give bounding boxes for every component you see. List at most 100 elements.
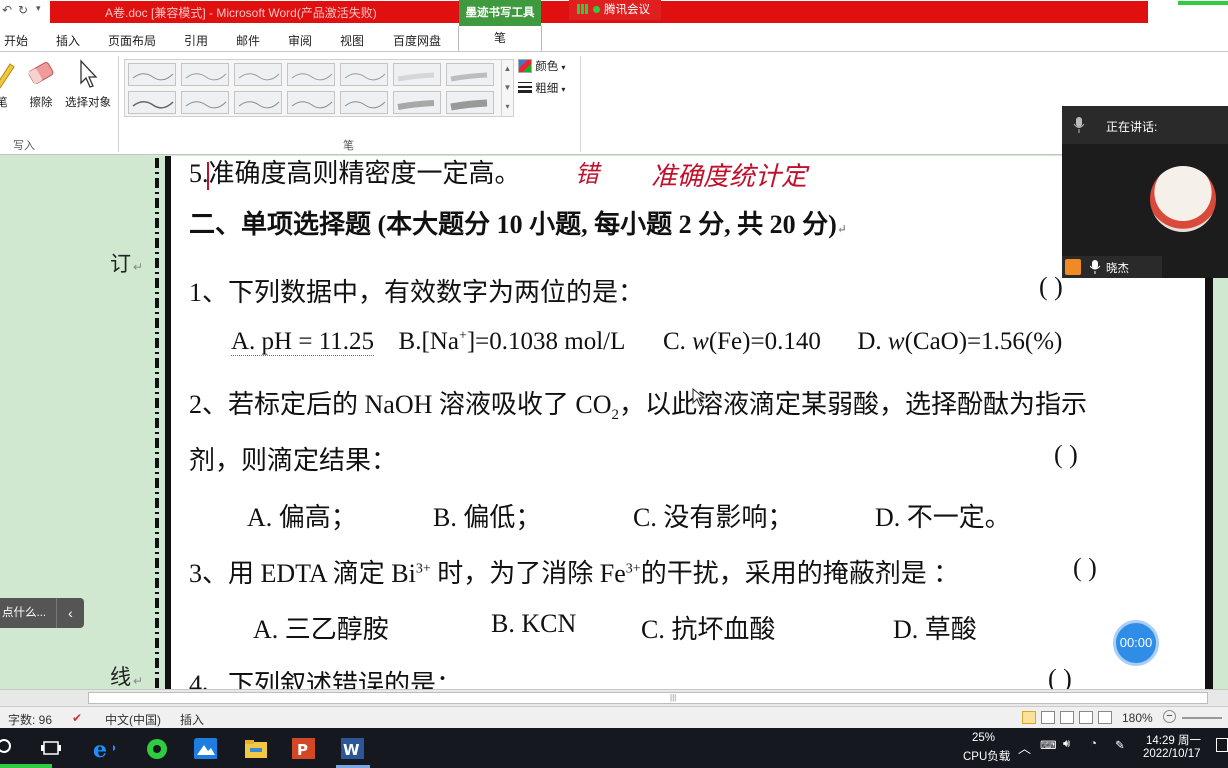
pen-style-swatch[interactable] <box>287 63 335 86</box>
ribbon-tabs: 开始 插入 页面布局 引用 邮件 审阅 视图 百度网盘 笔 <box>0 26 1228 51</box>
search-icon[interactable] <box>0 737 24 759</box>
print-layout-view-icon[interactable] <box>1022 711 1036 724</box>
tell-me-box[interactable]: 点什么... ‹ <box>0 598 84 628</box>
section-heading-text: 二、单项选择题 (本大题分 10 小题, 每小题 2 分, 共 20 分) <box>189 210 837 239</box>
tab-references[interactable]: 引用 <box>184 32 208 49</box>
tab-view[interactable]: 视图 <box>340 32 364 49</box>
chevron-down-icon: ▾ <box>561 63 566 72</box>
word-icon[interactable]: W <box>340 737 364 759</box>
pen-style-swatch[interactable] <box>340 91 388 114</box>
status-bar: 字数: 96 ✔ 中文(中国) 插入 180% − <box>0 706 1228 728</box>
svg-text:W: W <box>343 741 360 759</box>
q1-option-d-post: (CaO)=1.56(%) <box>904 328 1063 355</box>
clock-date[interactable]: 2022/10/17 <box>1143 748 1201 760</box>
tab-review[interactable]: 审阅 <box>288 32 312 49</box>
insert-mode-indicator[interactable]: 插入 <box>180 711 204 728</box>
tab-pen[interactable]: 笔 <box>458 26 542 51</box>
highlighter-swatch[interactable] <box>446 63 494 86</box>
pen-style-swatch[interactable] <box>128 91 176 114</box>
file-explorer-icon[interactable] <box>243 737 267 759</box>
pen-style-swatch[interactable] <box>234 63 282 86</box>
horizontal-scrollbar[interactable]: ||| <box>0 689 1228 706</box>
pen-style-swatch[interactable] <box>181 63 229 86</box>
input-method-icon[interactable]: ⌨ <box>1040 738 1057 752</box>
customize-toolbar-icon[interactable]: ▾ <box>36 3 41 14</box>
recording-timer-button[interactable]: 00:00 <box>1113 620 1159 666</box>
q2-option-a: A. 偏高； <box>247 503 357 532</box>
chevron-up-icon[interactable]: ︿ <box>1018 738 1031 757</box>
green-strip <box>0 764 52 768</box>
answer-paren-2[interactable]: ( ) <box>1054 440 1078 470</box>
cpu-percent: 25% <box>972 732 996 744</box>
highlighter-stroke-icon <box>397 100 435 110</box>
ink-annotation-1: 错 <box>575 160 599 188</box>
title-bar: ↶ ↻ ▾ A卷.doc [兼容模式] - Microsoft Word(产品激… <box>0 0 1228 26</box>
web-layout-icon[interactable] <box>1060 711 1074 724</box>
weight-dropdown[interactable]: 粗细 ▾ <box>518 80 565 96</box>
redo-icon[interactable]: ↻ <box>18 3 28 17</box>
pen-style-swatch[interactable] <box>287 91 335 114</box>
q3-option-d: D. 草酸 <box>893 615 977 644</box>
pen-style-swatch[interactable] <box>340 63 388 86</box>
q1-option-a: A. pH = 11.25 <box>231 328 375 356</box>
tab-mailings[interactable]: 邮件 <box>236 32 260 49</box>
internet-explorer-icon[interactable]: e <box>91 737 115 759</box>
gallery-down-icon[interactable]: ▼ <box>502 78 513 97</box>
pen-workspace-icon[interactable]: ✎ <box>1115 738 1125 752</box>
photos-app-icon[interactable] <box>193 737 217 759</box>
document-page[interactable]: 5.准确度高则精密度一定高。 错 准确度统计定 二、单项选择题 (本大题分 10… <box>165 156 1205 689</box>
volume-icon[interactable]: 🔊︎ <box>1063 738 1070 751</box>
q3-text-a: 3、用 EDTA 滴定 Bi <box>189 559 416 588</box>
language-indicator[interactable]: 中文(中国) <box>105 711 161 728</box>
select-objects-button[interactable]: 选择对象 <box>62 58 114 110</box>
color-label: 颜色 <box>535 61 559 73</box>
notification-icon[interactable] <box>1216 738 1228 752</box>
proofing-icon[interactable]: ✔ <box>72 711 82 725</box>
tab-home[interactable]: 开始 <box>4 32 28 49</box>
paragraph-mark: ↵ <box>133 674 144 688</box>
tab-insert[interactable]: 插入 <box>56 32 80 49</box>
color-dropdown[interactable]: 颜色 ▾ <box>518 58 565 74</box>
zoom-out-icon[interactable]: − <box>1163 710 1176 723</box>
pen-style-swatch[interactable] <box>234 91 282 114</box>
answer-paren-1[interactable]: ( ) <box>1039 272 1063 302</box>
q1-option-d-var: w <box>887 328 905 355</box>
q3-option-b: B. KCN <box>491 609 577 638</box>
highlighter-swatch[interactable] <box>393 91 441 114</box>
clock-time[interactable]: 14:29 周一 <box>1146 732 1201 748</box>
question-2-line-1: 2、若标定后的 NaOH 溶液吸收了 CO2，以此溶液滴定某弱酸，选择酚酞为指示 <box>189 384 1087 424</box>
meeting-badge-label: 腾讯会议 <box>604 4 650 16</box>
pen-tool-button[interactable]: 笔 <box>0 58 18 110</box>
meeting-badge[interactable]: 腾讯会议 <box>569 0 661 20</box>
task-view-icon[interactable] <box>40 737 64 759</box>
gallery-scroll[interactable]: ▲ ▼ ▾ <box>501 59 513 117</box>
zoom-level[interactable]: 180% <box>1122 711 1153 725</box>
gallery-up-icon[interactable]: ▲ <box>502 59 513 78</box>
draft-view-icon[interactable] <box>1098 711 1112 724</box>
q2-text-b: ，以此溶液滴定某弱酸，选择酚酞为指示 <box>619 390 1088 419</box>
powerpoint-icon[interactable]: P <box>291 737 315 759</box>
tab-page-layout[interactable]: 页面布局 <box>108 32 156 49</box>
undo-icon[interactable]: ↶ <box>2 3 12 17</box>
full-screen-reading-icon[interactable] <box>1041 711 1055 724</box>
zoom-slider[interactable] <box>1182 717 1222 719</box>
gallery-more-icon[interactable]: ▾ <box>502 97 513 116</box>
answer-paren-4[interactable]: ( ) <box>1048 664 1072 689</box>
tab-baidu-netdisk[interactable]: 百度网盘 <box>393 32 441 49</box>
scrollbar-thumb[interactable] <box>88 692 1208 704</box>
browser-icon[interactable] <box>145 737 169 759</box>
highlighter-swatch[interactable] <box>393 63 441 86</box>
q2-option-c: C. 没有影响； <box>633 503 794 532</box>
microphone-icon <box>1073 117 1085 133</box>
paragraph-mark: ↵ <box>133 260 144 274</box>
wifi-icon[interactable]: ◔ <box>1090 738 1097 750</box>
eraser-button[interactable]: 擦除 <box>24 58 58 110</box>
highlighter-swatch[interactable] <box>446 91 494 114</box>
outline-view-icon[interactable] <box>1079 711 1093 724</box>
answer-paren-3[interactable]: ( ) <box>1073 553 1097 583</box>
pen-style-swatch[interactable] <box>128 63 176 86</box>
chevron-left-icon[interactable]: ‹ <box>56 598 84 628</box>
pen-style-swatch[interactable] <box>181 91 229 114</box>
word-count[interactable]: 字数: 96 <box>8 711 52 728</box>
question-2-line-2: 剂，则滴定结果： <box>189 446 398 475</box>
